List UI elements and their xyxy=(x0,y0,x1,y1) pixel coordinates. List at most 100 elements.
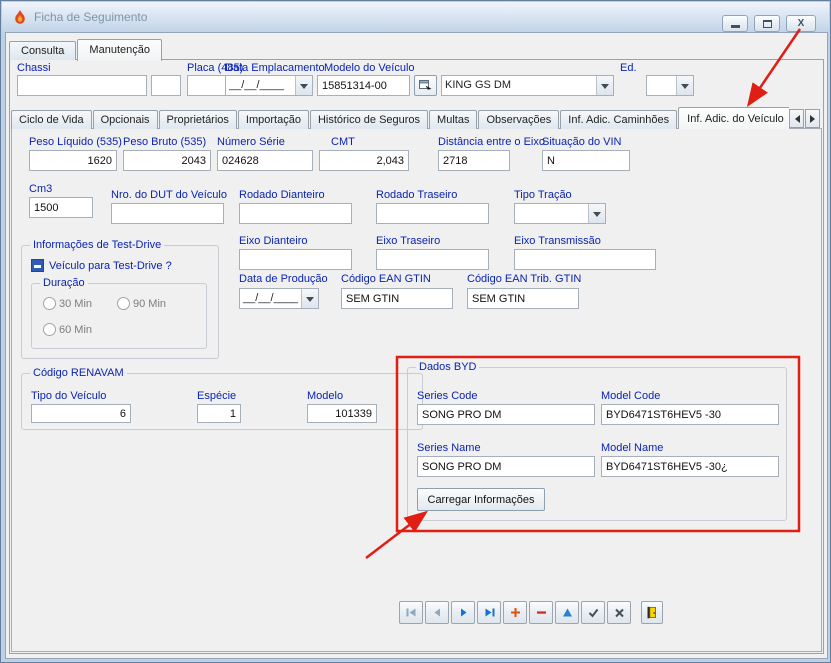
data-producao-value: __/__/____ xyxy=(240,289,301,308)
peso-liquido-input[interactable] xyxy=(29,150,117,171)
series-code-label: Series Code xyxy=(417,390,478,403)
model-name-input[interactable] xyxy=(601,456,779,477)
eixo-dianteiro-input[interactable] xyxy=(239,249,352,270)
eixo-transmissao-label: Eixo Transmissão xyxy=(514,235,601,248)
maximize-icon xyxy=(763,20,772,28)
data-producao-select[interactable]: __/__/____ xyxy=(239,288,319,309)
dropdown-arrow-icon xyxy=(676,76,693,95)
modelo-name-select[interactable]: KING GS DM xyxy=(441,75,614,96)
ean-gtin-label: Código EAN GTIN xyxy=(341,273,431,286)
x-icon xyxy=(613,606,626,619)
peso-bruto-input[interactable] xyxy=(123,150,211,171)
ean-gtin-input[interactable] xyxy=(341,288,453,309)
tab-observacoes[interactable]: Observações xyxy=(478,110,559,129)
nav-edit-button[interactable] xyxy=(555,601,579,624)
nav-first-button[interactable] xyxy=(399,601,423,624)
app-window: Ficha de Seguimento X Consulta Manutençã… xyxy=(0,0,831,663)
rodado-traseiro-input[interactable] xyxy=(376,203,489,224)
carregar-informacoes-button[interactable]: Carregar Informações xyxy=(417,488,545,511)
tipo-veiculo-input[interactable] xyxy=(31,404,131,423)
model-code-input[interactable] xyxy=(601,404,779,425)
tab-proprietarios[interactable]: Proprietários xyxy=(159,110,237,129)
dropdown-arrow-icon xyxy=(295,76,312,95)
test-drive-checkbox[interactable] xyxy=(31,259,44,272)
ed-label: Ed. xyxy=(620,62,637,75)
tab-manutencao[interactable]: Manutenção xyxy=(77,39,162,61)
main-tab-bar: Consulta Manutenção xyxy=(9,38,163,60)
series-name-input[interactable] xyxy=(417,456,595,477)
radio-90-min xyxy=(117,297,130,310)
nav-prior-icon xyxy=(431,606,444,619)
tipo-veiculo-label: Tipo do Veículo xyxy=(31,390,106,403)
modelo-lookup-button[interactable] xyxy=(414,75,437,96)
nav-cancel-button[interactable] xyxy=(607,601,631,624)
cm3-input[interactable] xyxy=(29,197,93,218)
nav-insert-button[interactable] xyxy=(503,601,527,624)
data-emplacamento-value: __/__/____ xyxy=(226,76,295,95)
situacao-vin-input[interactable] xyxy=(542,150,630,171)
dut-input[interactable] xyxy=(111,203,224,224)
dados-byd-group-title: Dados BYD xyxy=(416,361,479,373)
nav-post-button[interactable] xyxy=(581,601,605,624)
eixo-dianteiro-label: Eixo Dianteiro xyxy=(239,235,307,248)
tab-multas[interactable]: Multas xyxy=(429,110,477,129)
tab-scroll-right-button[interactable] xyxy=(805,109,820,128)
radio-30-min xyxy=(43,297,56,310)
eixo-transmissao-input[interactable] xyxy=(514,249,656,270)
data-emplacamento-select[interactable]: __/__/____ xyxy=(225,75,313,96)
radio-60-min-label: 60 Min xyxy=(59,324,92,337)
minimize-icon xyxy=(731,25,740,28)
ed-value xyxy=(647,76,676,95)
tab-historico-de-seguros[interactable]: Histórico de Seguros xyxy=(310,110,428,129)
especie-input[interactable] xyxy=(197,404,241,423)
nav-next-button[interactable] xyxy=(451,601,475,624)
radio-90-min-label: 90 Min xyxy=(133,298,166,311)
distancia-eixo-label: Distância entre o Eixo xyxy=(438,136,545,149)
chevron-right-icon xyxy=(810,115,819,123)
minimize-button[interactable] xyxy=(722,15,748,32)
data-producao-label: Data de Produção xyxy=(239,273,328,286)
rodado-dianteiro-label: Rodado Dianteiro xyxy=(239,189,325,202)
tab-ciclo-de-vida[interactable]: Ciclo de Vida xyxy=(11,110,92,129)
rodado-dianteiro-input[interactable] xyxy=(239,203,352,224)
nav-last-button[interactable] xyxy=(477,601,501,624)
dropdown-arrow-icon xyxy=(301,289,318,308)
tab-inf-adic-caminhoes[interactable]: Inf. Adic. Caminhões xyxy=(560,110,677,129)
titlebar: Ficha de Seguimento X xyxy=(2,2,829,32)
maximize-button[interactable] xyxy=(754,15,780,32)
modelo-code-input[interactable] xyxy=(317,75,410,96)
series-code-input[interactable] xyxy=(417,404,595,425)
window-title: Ficha de Seguimento xyxy=(34,10,147,24)
check-icon xyxy=(587,606,600,619)
exit-door-icon xyxy=(646,606,659,619)
ean-trib-gtin-label: Código EAN Trib. GTIN xyxy=(467,273,581,286)
eixo-traseiro-input[interactable] xyxy=(376,249,489,270)
model-name-label: Model Name xyxy=(601,442,663,455)
dut-label: Nro. do DUT do Veículo xyxy=(111,189,227,202)
series-name-label: Series Name xyxy=(417,442,481,455)
ean-trib-gtin-input[interactable] xyxy=(467,288,579,309)
tab-scroll-left-button[interactable] xyxy=(789,109,804,128)
chassi-digit-input[interactable] xyxy=(151,75,181,96)
distancia-eixo-input[interactable] xyxy=(438,150,510,171)
ed-select[interactable] xyxy=(646,75,694,96)
peso-bruto-label: Peso Bruto (535) xyxy=(123,136,206,149)
eixo-traseiro-label: Eixo Traseiro xyxy=(376,235,440,248)
nav-last-icon xyxy=(483,606,496,619)
tipo-tracao-select[interactable] xyxy=(514,203,606,224)
tab-importacao[interactable]: Importação xyxy=(238,110,309,129)
cmt-label: CMT xyxy=(331,136,355,149)
close-button[interactable]: X xyxy=(786,15,816,32)
peso-liquido-label: Peso Líquido (535) xyxy=(29,136,122,149)
modelo-renavam-input[interactable] xyxy=(307,404,377,423)
tab-consulta[interactable]: Consulta xyxy=(9,41,76,60)
chassi-input[interactable] xyxy=(17,75,147,96)
nav-prior-button[interactable] xyxy=(425,601,449,624)
cmt-input[interactable] xyxy=(319,150,409,171)
exit-button[interactable] xyxy=(641,601,663,624)
numero-serie-input[interactable] xyxy=(217,150,313,171)
numero-serie-label: Número Série xyxy=(217,136,285,149)
tab-inf-adic-do-veiculo[interactable]: Inf. Adic. do Veículo xyxy=(678,107,789,129)
nav-delete-button[interactable] xyxy=(529,601,553,624)
tab-opcionais[interactable]: Opcionais xyxy=(93,110,158,129)
